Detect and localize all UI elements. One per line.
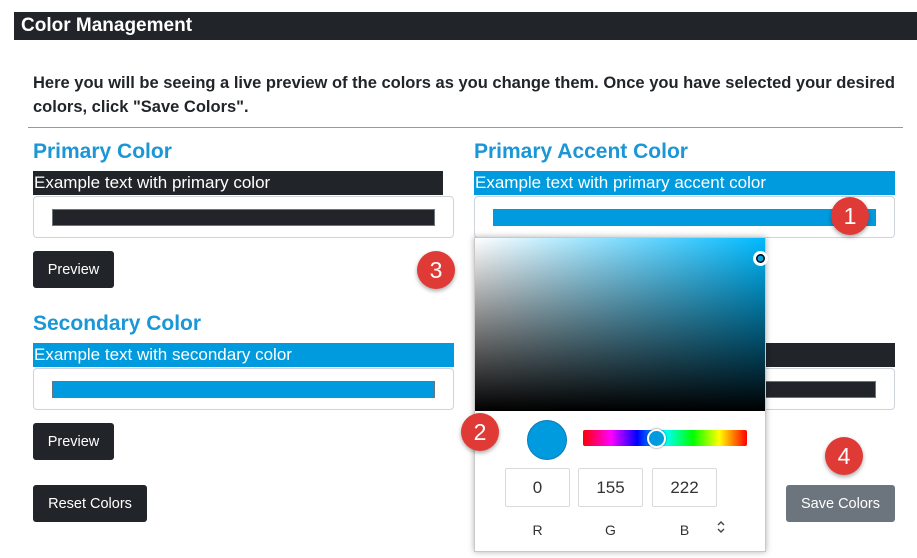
save-colors-button[interactable]: Save Colors xyxy=(786,485,895,522)
secondary-color-input[interactable] xyxy=(33,368,454,410)
primary-example-text: Example text with primary color xyxy=(33,171,443,195)
primary-color-input[interactable] xyxy=(33,196,454,238)
accent-color-title: Primary Accent Color xyxy=(474,140,688,163)
accent-example-text: Example text with primary accent color xyxy=(474,171,895,195)
divider xyxy=(28,127,903,128)
annotation-badge-4: 4 xyxy=(825,437,863,475)
reset-colors-button[interactable]: Reset Colors xyxy=(33,485,147,522)
primary-color-title: Primary Color xyxy=(33,140,172,163)
hue-handle[interactable] xyxy=(647,429,666,448)
annotation-badge-1: 1 xyxy=(831,197,869,235)
secondary-preview-button[interactable]: Preview xyxy=(33,423,114,460)
mode-toggle-icon[interactable] xyxy=(716,520,726,537)
color-preview-dot xyxy=(527,420,567,460)
secondary-example-text: Example text with secondary color xyxy=(33,343,454,367)
page-header: Color Management xyxy=(14,12,917,40)
intro-text: Here you will be seeing a live preview o… xyxy=(33,74,895,116)
saturation-area[interactable] xyxy=(475,238,765,411)
color-picker-popup: 0 155 222 R G B xyxy=(474,237,768,552)
annotation-badge-3: 3 xyxy=(417,251,455,289)
red-value-input[interactable]: 0 xyxy=(505,468,570,507)
accent-color-swatch xyxy=(493,209,876,226)
blue-label: B xyxy=(679,522,690,538)
green-label: G xyxy=(605,522,616,538)
green-value-input[interactable]: 155 xyxy=(578,468,643,507)
red-label: R xyxy=(532,522,543,538)
primary-color-swatch xyxy=(52,209,435,226)
saturation-handle[interactable] xyxy=(753,251,768,266)
secondary-color-title: Secondary Color xyxy=(33,312,202,335)
annotation-badge-2: 2 xyxy=(461,413,499,451)
primary-preview-button[interactable]: Preview xyxy=(33,251,114,288)
secondary-color-swatch xyxy=(52,381,435,398)
blue-value-input[interactable]: 222 xyxy=(652,468,717,507)
